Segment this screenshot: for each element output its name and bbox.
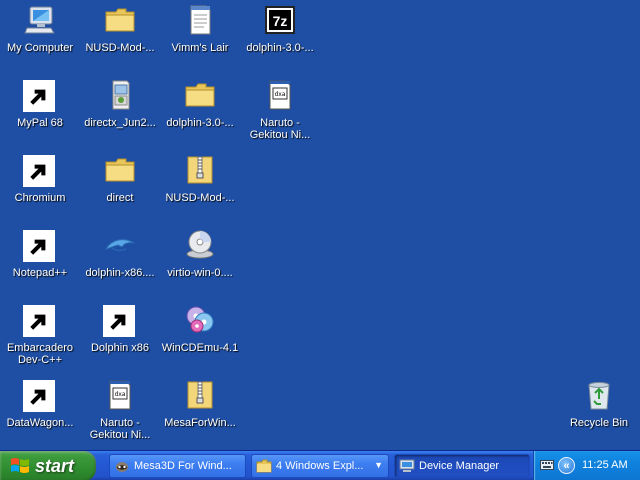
taskbar-button-mesa3d[interactable]: Mesa3D For Wind... xyxy=(109,454,246,478)
desktop-icon-nusd-mod-folder[interactable]: NUSD-Mod-... xyxy=(80,3,160,69)
folder-icon xyxy=(256,459,272,473)
desktop-icon-wincdemu[interactable]: WinCDEmu-4.1 xyxy=(160,303,240,369)
desktop-icon-embarcadero-devcpp[interactable]: DEV C++ Embarcadero Dev-C++ xyxy=(0,303,80,369)
taskbar-button-windows-explorer-group[interactable]: 4 Windows Expl... ▼ xyxy=(251,454,389,478)
taskbar-button-device-manager[interactable]: Device Manager xyxy=(394,454,530,478)
desktop-icon-recycle-bin[interactable]: Recycle Bin xyxy=(559,378,639,444)
icon-label: Dolphin x86 xyxy=(90,342,150,354)
taskbar: start Mesa3D For Wind... 4 Windows Expl.… xyxy=(0,450,640,480)
taskbar-button-label: Mesa3D For Wind... xyxy=(134,460,232,472)
shortcut-arrow-icon xyxy=(23,80,55,112)
icon-label: Notepad++ xyxy=(12,267,68,279)
recycle-bin-icon xyxy=(582,378,616,412)
iso-file-icon: dxa xyxy=(23,378,57,412)
chevron-left-icon: « xyxy=(563,459,570,472)
folder-icon xyxy=(183,78,217,112)
start-button[interactable]: start xyxy=(0,451,96,480)
desktop-icon-naruto-iso-2[interactable]: dxa Naruto - Gekitou Ni... xyxy=(80,378,160,444)
start-label: start xyxy=(35,455,75,476)
icon-label: dolphin-3.0-... xyxy=(246,42,314,54)
mypal-raccoon-icon xyxy=(116,462,128,472)
icon-label: DataWagon... xyxy=(6,417,74,429)
notepad-plus-plus-icon xyxy=(23,228,57,262)
desktop-icon-notepad-plus-plus[interactable]: Notepad++ xyxy=(0,228,80,294)
icon-label: virtio-win-0.... xyxy=(167,267,233,279)
desktop-icon-chromium[interactable]: Chromium xyxy=(0,153,80,219)
shortcut-arrow-icon xyxy=(23,230,55,262)
desktop-icon-datawagon[interactable]: dxa DataWagon... xyxy=(0,378,80,444)
desktop-icon-dolphin-x86-file[interactable]: dolphin-x86.... xyxy=(80,228,160,294)
cd-image-icon xyxy=(183,228,217,262)
icon-label: Recycle Bin xyxy=(569,417,629,429)
icon-label: Naruto - Gekitou Ni... xyxy=(249,117,311,141)
keyboard-icon[interactable] xyxy=(540,459,554,471)
shortcut-arrow-icon xyxy=(23,305,55,337)
desktop-icon-mesaforwin-zip[interactable]: MesaForWin... xyxy=(160,378,240,444)
zip-folder-icon xyxy=(183,153,217,187)
show-hidden-icons-button[interactable]: « xyxy=(558,457,575,474)
icon-label: NUSD-Mod-... xyxy=(165,192,235,204)
chromium-icon xyxy=(23,153,57,187)
windows-logo-icon xyxy=(11,458,29,473)
desktop-icon-vimms-lair[interactable]: Vimm's Lair xyxy=(160,3,240,69)
icon-label: NUSD-Mod-... xyxy=(85,42,155,54)
icon-label: dolphin-3.0-... xyxy=(166,117,234,129)
desktop-icon-dolphin-x86[interactable]: Dolphin x86 xyxy=(80,303,160,369)
desktop-icon-my-computer[interactable]: My Computer xyxy=(0,3,80,69)
folder-icon xyxy=(103,153,137,187)
7z-archive-icon: 7z xyxy=(263,3,297,37)
desktop-icon-nusd-mod-zip[interactable]: NUSD-Mod-... xyxy=(160,153,240,219)
devcpp-icon: DEV C++ xyxy=(23,303,57,337)
svg-text:dxa: dxa xyxy=(275,91,286,98)
desktop-icon-dolphin-7z-archive[interactable]: 7z dolphin-3.0-... xyxy=(240,3,320,69)
chevron-down-icon: ▼ xyxy=(374,460,383,470)
text-document-icon xyxy=(183,3,217,37)
folder-icon xyxy=(103,3,137,37)
device-manager-icon xyxy=(399,459,415,472)
icon-label: directx_Jun2... xyxy=(84,117,156,129)
shortcut-arrow-icon xyxy=(103,305,135,337)
mypal-raccoon-icon xyxy=(23,78,57,112)
desktop-icon-mypal-68[interactable]: MyPal 68 xyxy=(0,78,80,144)
svg-text:dxa: dxa xyxy=(115,391,126,398)
icon-label: MyPal 68 xyxy=(17,117,63,129)
desktop-icon-directx[interactable]: directx_Jun2... xyxy=(80,78,160,144)
iso-file-icon: dxa xyxy=(263,78,297,112)
icon-label: WinCDEmu-4.1 xyxy=(161,342,239,354)
desktop-icon-direct-folder[interactable]: direct xyxy=(80,153,160,219)
icon-label: direct xyxy=(106,192,134,204)
wincdemu-icon xyxy=(183,303,217,337)
desktop-icon-naruto-iso[interactable]: dxa Naruto - Gekitou Ni... xyxy=(240,78,320,144)
shortcut-arrow-icon xyxy=(23,155,55,187)
clock[interactable]: 11:25 AM xyxy=(582,459,628,471)
icon-label: Vimm's Lair xyxy=(171,42,229,54)
desktop-icon-dolphin-folder[interactable]: dolphin-3.0-... xyxy=(160,78,240,144)
iso-file-icon: dxa xyxy=(103,378,137,412)
system-tray: « 11:25 AM xyxy=(533,451,640,480)
icon-label: Chromium xyxy=(14,192,66,204)
desktop[interactable]: My Computer NUSD-Mod-... Vimm's Lair 7z … xyxy=(0,0,640,450)
taskbar-button-label: Device Manager xyxy=(419,460,500,472)
shortcut-arrow-icon xyxy=(23,380,55,412)
icon-label: My Computer xyxy=(6,42,74,54)
icon-label: Naruto - Gekitou Ni... xyxy=(89,417,151,441)
zip-folder-icon xyxy=(183,378,217,412)
dolphin-icon xyxy=(103,228,137,262)
icon-label: MesaForWin... xyxy=(164,417,236,429)
icon-label: Embarcadero Dev-C++ xyxy=(6,342,74,366)
icon-label: dolphin-x86.... xyxy=(85,267,155,279)
my-computer-icon xyxy=(23,3,57,37)
desktop-icon-virtio-win[interactable]: virtio-win-0.... xyxy=(160,228,240,294)
installer-package-icon xyxy=(103,78,137,112)
dolphin-icon xyxy=(103,303,137,337)
svg-text:7z: 7z xyxy=(273,13,288,29)
taskbar-button-label: 4 Windows Expl... xyxy=(276,460,364,472)
